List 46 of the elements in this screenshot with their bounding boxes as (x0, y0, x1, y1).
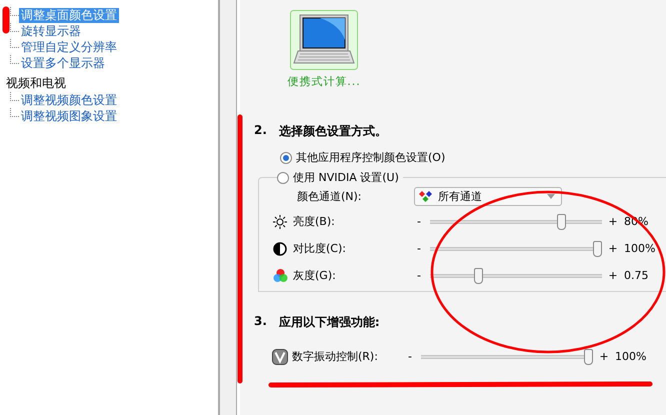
marker-stroke (2, 6, 10, 34)
sun-icon (273, 214, 287, 228)
color-circles-icon (273, 268, 288, 283)
minus-sign: - (407, 350, 413, 363)
slider-thumb[interactable] (593, 240, 602, 256)
minus-sign: - (416, 242, 422, 255)
display-name[interactable]: 便携式计算... (287, 74, 361, 89)
tree-item[interactable]: 调整视频图象设置 (19, 108, 119, 124)
radio-button[interactable] (280, 152, 292, 164)
plus-sign: + (607, 215, 619, 228)
tree-group-label[interactable]: 视频和电视 (6, 75, 218, 91)
slider-value: 0.75 (624, 269, 648, 282)
plus-sign: + (607, 242, 619, 255)
slider-label: 灰度(G): (293, 268, 337, 283)
radio-button[interactable] (277, 172, 289, 184)
tree-item[interactable]: 设置多个显示器 (19, 56, 107, 70)
section-heading: 应用以下增强功能: (278, 314, 380, 331)
vibrance-icon (272, 348, 288, 364)
section-heading: 选择颜色设置方式。 (278, 123, 387, 140)
caret-icon (547, 194, 555, 199)
radio-label: 其他应用程序控制颜色设置(O) (296, 150, 446, 165)
minus-sign: - (416, 269, 422, 282)
tree-item[interactable]: 旋转显示器 (19, 24, 83, 38)
slider-thumb[interactable] (474, 268, 483, 284)
tree-item[interactable]: 管理自定义分辨率 (19, 40, 119, 54)
laptop-icon[interactable] (290, 10, 358, 70)
slider-thumb[interactable] (557, 214, 566, 230)
tree-item[interactable]: 调整视频颜色设置 (19, 92, 119, 108)
step-number: 2. (254, 123, 267, 139)
pane-splitter[interactable] (218, 0, 240, 415)
slider-value: 100% (624, 242, 656, 255)
plus-sign: + (607, 269, 619, 282)
slider-value: 100% (615, 350, 646, 363)
plus-sign: + (598, 350, 610, 363)
radio-label: 使用 NVIDIA 设置(U) (293, 170, 399, 185)
color-channels-icon (418, 190, 434, 204)
channel-dropdown[interactable]: 所有通道 (414, 187, 562, 206)
slider-label: 数字振动控制(R): (292, 349, 379, 364)
contrast-icon (273, 242, 287, 256)
minus-sign: - (416, 215, 422, 228)
slider-thumb[interactable] (584, 348, 593, 364)
step-number: 3. (254, 314, 267, 330)
tree-item[interactable]: 调整桌面颜色设置 (19, 8, 119, 22)
field-label: 颜色通道(N): (297, 189, 363, 204)
slider-label: 对比度(C): (293, 241, 347, 256)
slider-label: 亮度(B): (293, 214, 336, 229)
